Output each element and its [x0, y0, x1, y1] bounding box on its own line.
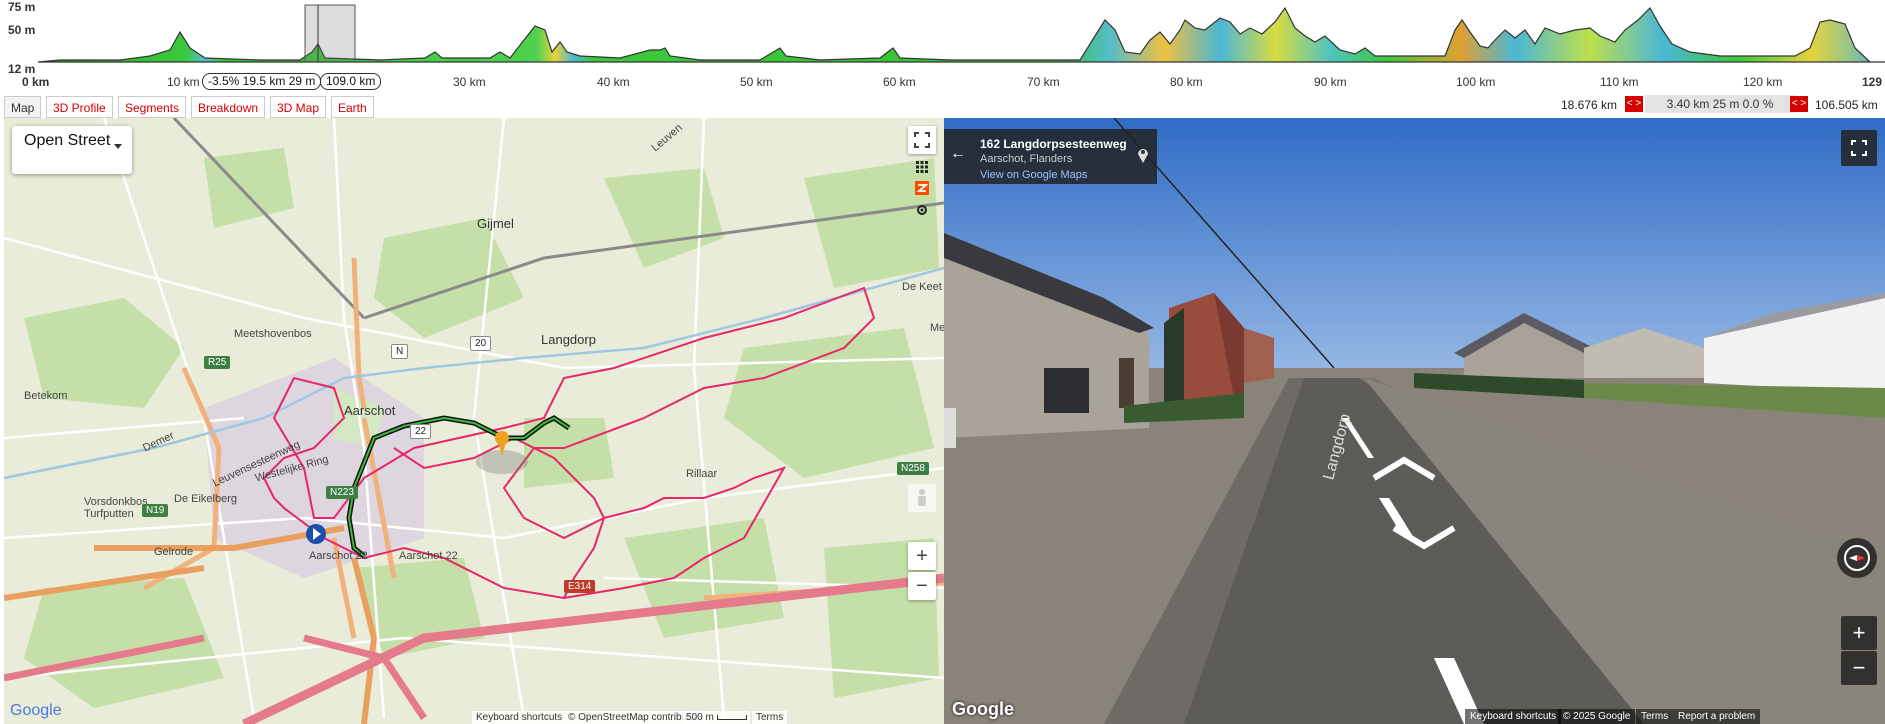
- place-label: Betekom: [24, 390, 68, 402]
- google-logo: Google: [952, 699, 1014, 719]
- x-label: 0 km: [22, 75, 50, 89]
- address-city: Aarschot, Flanders: [980, 153, 1073, 165]
- tab-segments[interactable]: Segments: [118, 96, 187, 118]
- scale-line: [716, 714, 747, 720]
- place-label: Gelrode: [154, 546, 194, 558]
- x-label: 129: [1862, 75, 1883, 89]
- report-problem-link[interactable]: Report a problem: [1673, 709, 1761, 724]
- km-marker: 20: [470, 336, 492, 351]
- x-label: 30 km: [453, 75, 486, 89]
- km-marker: 22: [410, 424, 432, 439]
- place-label: Rillaar: [686, 468, 718, 480]
- map-layer-label: Open Street: [24, 132, 111, 149]
- zoom-in-button[interactable]: +: [908, 542, 936, 570]
- road-shield: N: [391, 344, 409, 359]
- strava-icon[interactable]: [914, 180, 930, 196]
- place-label: Aarschot: [344, 403, 396, 418]
- road-label: Aarschot 22: [309, 550, 368, 562]
- elevation-chart[interactable]: [0, 0, 1885, 75]
- view-on-google-maps-link[interactable]: View on Google Maps: [980, 169, 1087, 181]
- place-label: Me: [930, 322, 944, 334]
- gear-icon[interactable]: [914, 202, 930, 218]
- x-label: 60 km: [883, 75, 916, 89]
- x-label: 10 km: [167, 75, 200, 89]
- tab-3d-profile[interactable]: 3D Profile: [46, 96, 113, 118]
- terms-link[interactable]: Terms: [1636, 709, 1674, 724]
- place-label: Langdorp: [541, 332, 596, 347]
- address-card: ← 162 Langdorpsesteenweg Aarschot, Fland…: [944, 129, 1157, 184]
- zoom-in-button[interactable]: +: [1841, 616, 1877, 650]
- road-shield: N223: [326, 486, 358, 499]
- street-view-image[interactable]: [944, 118, 1885, 724]
- road-shield: N19: [142, 504, 169, 517]
- tab-earth[interactable]: Earth: [331, 96, 374, 118]
- range-end: 106.505 km: [1815, 98, 1878, 112]
- fullscreen-button[interactable]: [908, 126, 936, 154]
- grid-icon[interactable]: [914, 159, 930, 175]
- road-shield: E314: [564, 580, 596, 593]
- place-label: De Keet: [902, 281, 942, 293]
- road-shield: R25: [204, 356, 231, 369]
- road-shield: N258: [897, 462, 929, 475]
- range-segment: 3.40 km 25 m 0.0 %: [1645, 95, 1795, 113]
- fullscreen-button[interactable]: [1841, 130, 1877, 166]
- copyright-text: © 2025 Google: [1558, 709, 1636, 724]
- zoom-out-button[interactable]: −: [1841, 651, 1877, 685]
- google-logo: Google: [10, 702, 62, 719]
- hover-stats-bubble: -3.5% 19.5 km 29 m: [202, 73, 322, 90]
- scale-label: 500 m: [686, 712, 714, 723]
- x-label: 100 km: [1456, 75, 1496, 89]
- terms-link[interactable]: Terms: [752, 711, 788, 724]
- pegman-icon[interactable]: [908, 484, 936, 512]
- range-end-stepper[interactable]: < >: [1790, 96, 1808, 112]
- street-view[interactable]: Langdorp ← 162 Langdorpsesteenweg Aarsch…: [944, 118, 1885, 724]
- x-label: 120 km: [1743, 75, 1783, 89]
- fullscreen-icon: [914, 132, 930, 148]
- place-label: De Eikelberg: [174, 493, 237, 505]
- x-label: 40 km: [597, 75, 630, 89]
- x-label: 70 km: [1027, 75, 1060, 89]
- tab-3d-map[interactable]: 3D Map: [270, 96, 327, 118]
- range-start: 18.676 km: [1561, 98, 1618, 112]
- place-label: Meetshovenbos: [234, 328, 312, 340]
- tab-map[interactable]: Map: [4, 96, 42, 118]
- scale-bar: 500 m: [682, 711, 750, 724]
- zoom-out-button[interactable]: −: [908, 572, 936, 600]
- x-label: 80 km: [1170, 75, 1203, 89]
- x-label: 90 km: [1314, 75, 1347, 89]
- compass-icon[interactable]: [1837, 538, 1877, 578]
- elevation-profile[interactable]: 75 m 50 m 12 m 0 km 10 km 30 km 40 km 50…: [0, 0, 1885, 90]
- range-start-stepper[interactable]: < >: [1625, 96, 1643, 112]
- map-canvas[interactable]: [4, 118, 944, 724]
- road-label: Aarschot 22: [399, 550, 458, 562]
- x-label: 50 km: [740, 75, 773, 89]
- tab-breakdown[interactable]: Breakdown: [191, 96, 266, 118]
- back-arrow-icon[interactable]: ←: [950, 145, 966, 163]
- x-label: 110 km: [1600, 75, 1639, 89]
- keyboard-shortcuts-link[interactable]: Keyboard shortcuts: [472, 711, 567, 724]
- keyboard-shortcuts-link[interactable]: Keyboard shortcuts: [1465, 709, 1562, 724]
- route-map[interactable]: Gijmel Langdorp Aarschot Betekom Rillaar…: [4, 118, 944, 724]
- location-pin-icon[interactable]: [1137, 147, 1149, 166]
- map-layer-select[interactable]: Open Street: [12, 126, 132, 174]
- chevron-down-icon: [114, 144, 122, 149]
- hover-distance-bubble: 109.0 km: [320, 73, 382, 90]
- address-title: 162 Langdorpsesteenweg: [980, 137, 1127, 151]
- fullscreen-icon: [1851, 140, 1867, 156]
- place-label: Gijmel: [477, 216, 514, 231]
